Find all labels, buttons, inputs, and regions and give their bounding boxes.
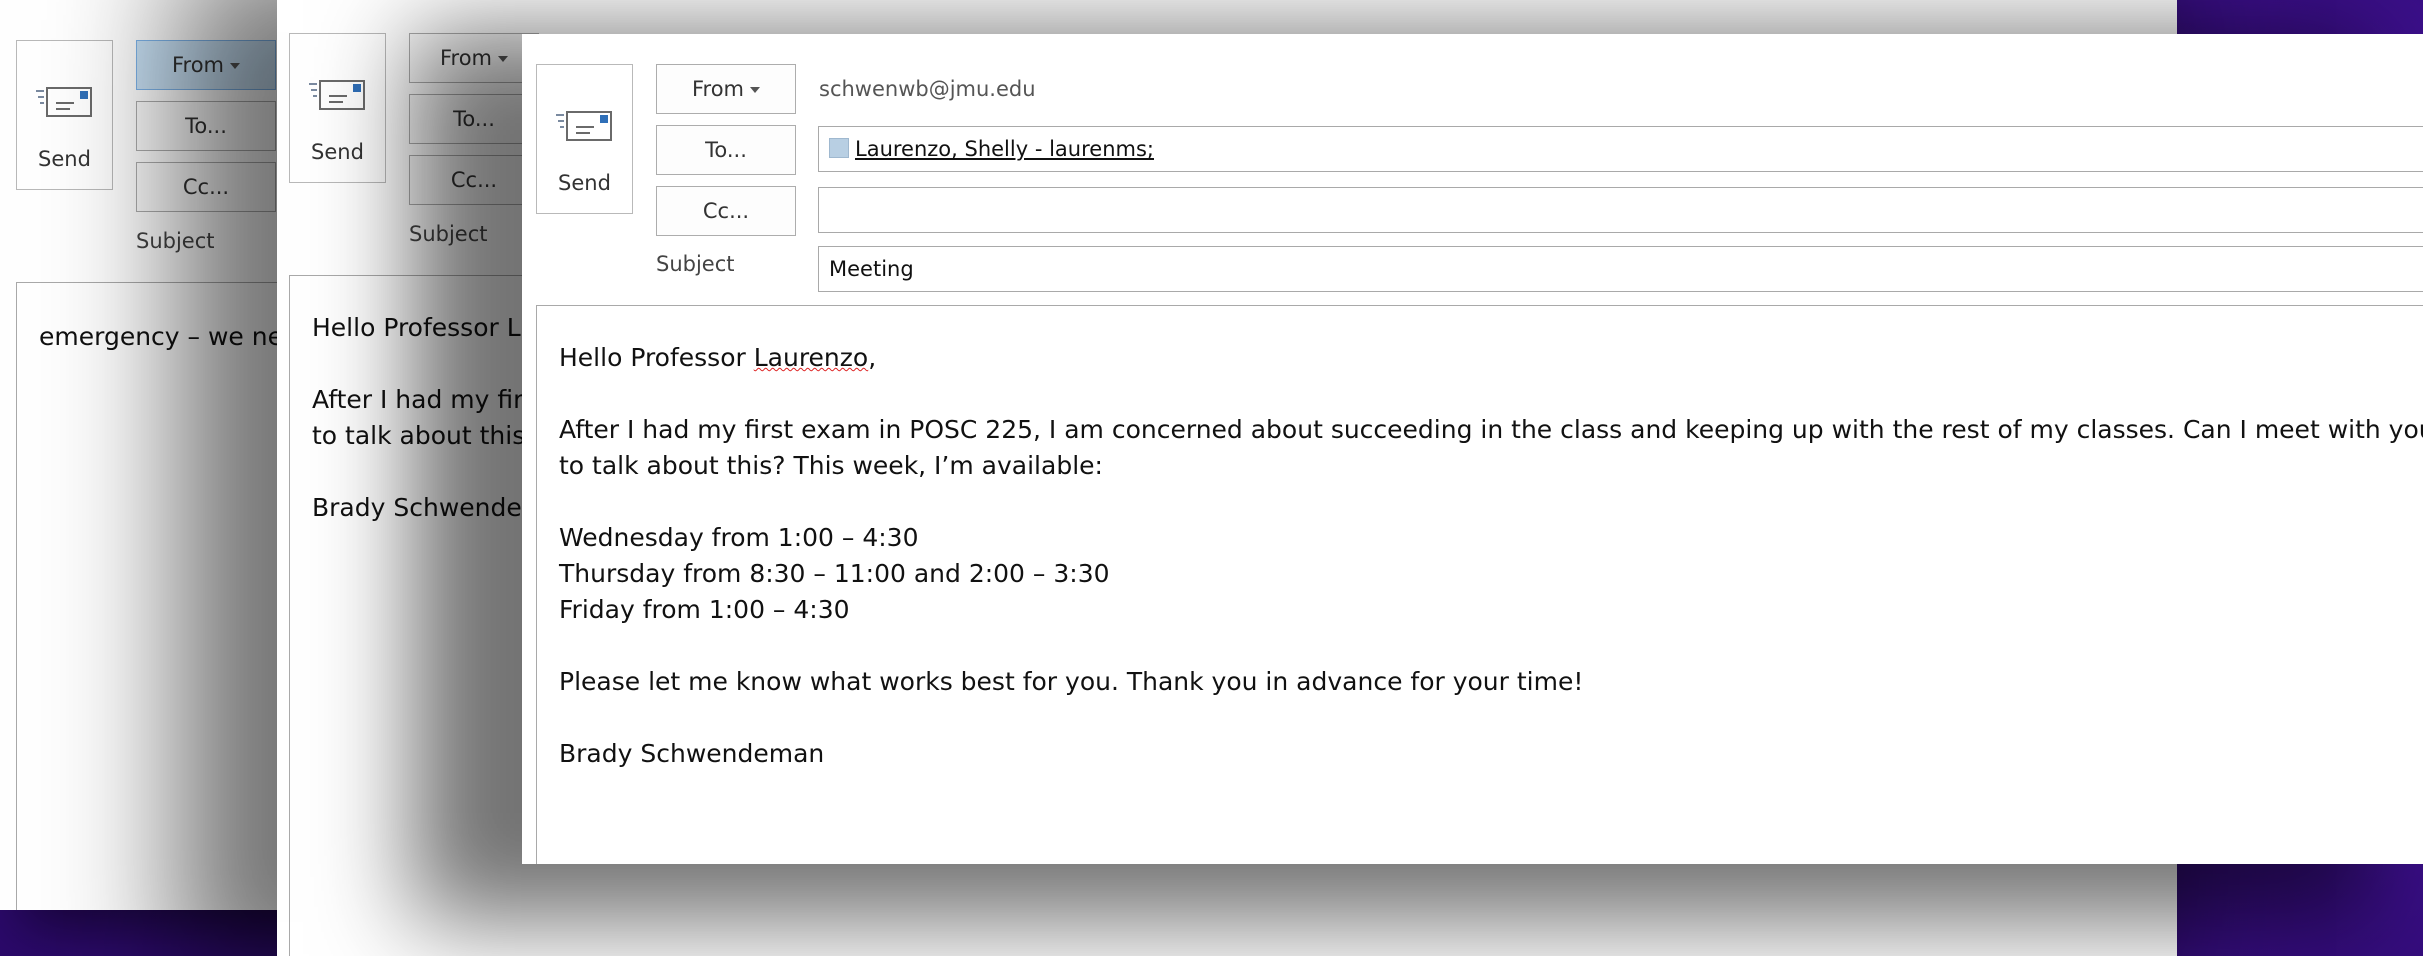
- chevron-down-icon: [498, 56, 509, 62]
- contact-chip-icon: [829, 138, 849, 158]
- greeting-suffix: ,: [868, 343, 877, 372]
- to-label: To...: [705, 138, 747, 162]
- cc-field[interactable]: [818, 187, 2423, 233]
- availability-slot: Wednesday from 1:00 – 4:30: [559, 523, 919, 552]
- body-line: to talk about this? This week, I’m avail…: [559, 451, 1103, 480]
- subject-value: Meeting: [829, 257, 914, 281]
- from-label: From: [691, 77, 745, 101]
- to-field[interactable]: Laurenzo, Shelly - laurenms;: [818, 126, 2423, 172]
- cc-button[interactable]: Cc...: [656, 186, 796, 236]
- from-button[interactable]: From: [136, 40, 276, 90]
- send-label: Send: [311, 140, 364, 164]
- send-button[interactable]: Send: [16, 40, 113, 190]
- send-envelope-icon: [555, 111, 612, 141]
- body-signature: Brady Schwendeman: [559, 739, 825, 768]
- subject-field[interactable]: Meeting: [818, 246, 2423, 292]
- send-envelope-icon: [35, 87, 92, 117]
- subject-label: Subject: [656, 252, 735, 276]
- cc-button[interactable]: Cc...: [409, 155, 539, 205]
- subject-label: Subject: [409, 222, 488, 246]
- body-closing: Please let me know what works best for y…: [559, 667, 1584, 696]
- send-button[interactable]: Send: [536, 64, 633, 214]
- to-button[interactable]: To...: [409, 94, 539, 144]
- to-label: To...: [185, 114, 227, 138]
- chevron-down-icon: [230, 63, 241, 69]
- chevron-down-icon: [750, 87, 761, 93]
- from-label: From: [439, 46, 493, 70]
- from-label: From: [171, 53, 225, 77]
- to-recipient[interactable]: Laurenzo, Shelly - laurenms;: [855, 137, 1154, 161]
- availability-slot: Friday from 1:00 – 4:30: [559, 595, 850, 624]
- to-label: To...: [453, 107, 495, 131]
- send-label: Send: [38, 147, 91, 171]
- cc-button[interactable]: Cc...: [136, 162, 276, 212]
- subject-label: Subject: [136, 229, 215, 253]
- from-button[interactable]: From: [656, 64, 796, 114]
- greeting-name: Laurenzo: [753, 343, 869, 372]
- to-button[interactable]: To...: [136, 101, 276, 151]
- send-button[interactable]: Send: [289, 33, 386, 183]
- cc-label: Cc...: [702, 199, 750, 223]
- from-address: schwenwb@jmu.edu: [819, 77, 1036, 101]
- body-line: After I had my first exam in POSC 225, I…: [559, 415, 2423, 444]
- body-greeting: Hello Professor Laurenzo,: [559, 340, 2413, 376]
- message-body[interactable]: Hello Professor Laurenzo, After I had my…: [536, 305, 2423, 864]
- availability-slot: Thursday from 8:30 – 11:00 and 2:00 – 3:…: [559, 559, 1110, 588]
- email-compose-window: Send From schwenwb@jmu.edu To... Laurenz…: [522, 34, 2423, 864]
- send-envelope-icon: [308, 80, 365, 110]
- from-button[interactable]: From: [409, 33, 539, 83]
- greeting-prefix: Hello Professor: [559, 343, 754, 372]
- cc-label: Cc...: [450, 168, 498, 192]
- cc-label: Cc...: [182, 175, 230, 199]
- to-button[interactable]: To...: [656, 125, 796, 175]
- send-label: Send: [558, 171, 611, 195]
